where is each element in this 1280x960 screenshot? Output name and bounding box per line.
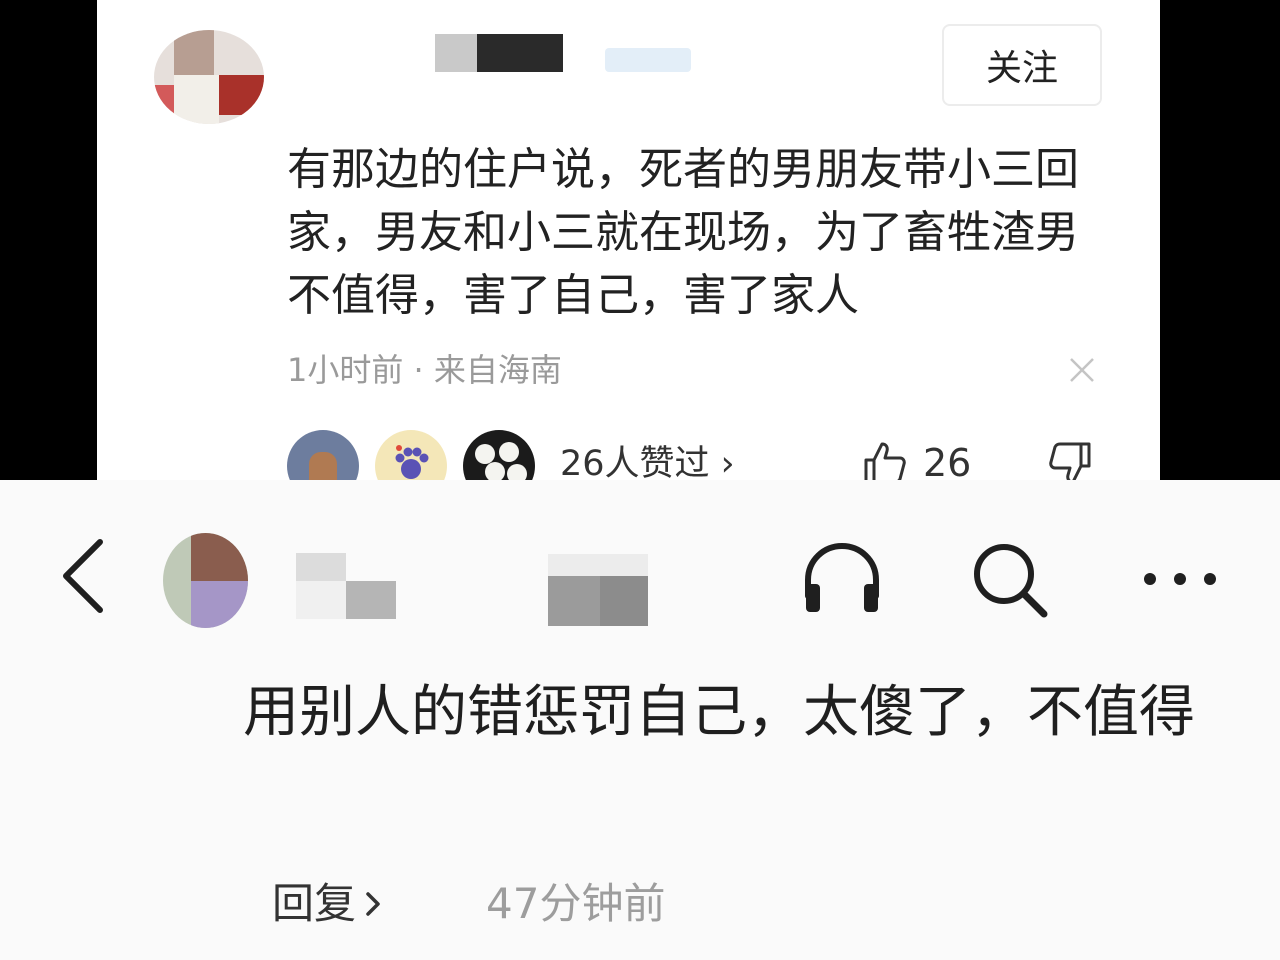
thumbs-up-icon[interactable] xyxy=(862,440,908,480)
top-comment-card: 关注 有那边的住户说，死者的男朋友带小三回家，男友和小三就在现场，为了畜牲渣男不… xyxy=(97,0,1160,480)
thumbs-down-icon[interactable] xyxy=(1047,440,1093,480)
follow-button[interactable]: 关注 xyxy=(942,24,1102,106)
title-redacted xyxy=(548,576,600,626)
chevron-right-icon xyxy=(366,892,380,916)
reply-detail-screen: 用别人的错惩罚自己，太傻了，不值得 回复 47分钟前 xyxy=(0,480,1280,960)
username-redacted xyxy=(296,553,346,581)
title-redacted xyxy=(548,554,648,576)
user-badge-redacted xyxy=(605,48,691,72)
liker-avatar[interactable] xyxy=(287,430,359,480)
likers-link[interactable]: 26人赞过 › xyxy=(560,440,735,480)
headphones-icon[interactable] xyxy=(800,538,884,618)
search-icon[interactable] xyxy=(968,538,1052,622)
comment-timestamp: 47分钟前 xyxy=(486,879,666,928)
liker-avatar[interactable] xyxy=(375,430,447,480)
close-icon[interactable] xyxy=(1067,355,1097,385)
avatar[interactable] xyxy=(154,30,264,124)
username-redacted xyxy=(435,34,480,72)
username-redacted xyxy=(477,34,563,72)
reply-label: 回复 xyxy=(272,879,357,928)
title-redacted xyxy=(600,576,648,626)
reply-button[interactable]: 回复 xyxy=(272,874,382,934)
comment-text: 有那边的住户说，死者的男朋友带小三回家，男友和小三就在现场，为了畜牲渣男不值得，… xyxy=(287,144,1079,321)
back-arrow-icon[interactable] xyxy=(58,536,108,616)
comment-text: 用别人的错惩罚自己，太傻了，不值得 xyxy=(243,680,1195,745)
username-redacted xyxy=(346,581,396,619)
like-count: 26 xyxy=(923,441,972,480)
liker-avatar[interactable] xyxy=(463,430,535,480)
more-icon[interactable] xyxy=(1140,568,1220,590)
avatar[interactable] xyxy=(163,533,248,628)
comment-meta: 1小时前 · 来自海南 xyxy=(287,351,562,389)
username-redacted xyxy=(296,581,346,619)
